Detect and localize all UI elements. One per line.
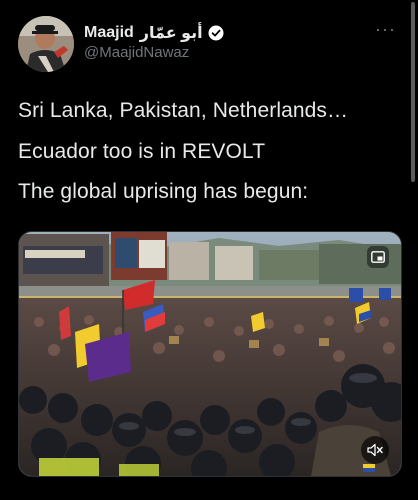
tweet-text-line-1: Sri Lanka, Pakistan, Netherlands…	[18, 99, 349, 122]
speaker-muted-icon	[367, 443, 383, 457]
avatar[interactable]	[18, 16, 74, 72]
author-display-name-arabic[interactable]: أبو عمّار	[140, 23, 203, 43]
mute-button[interactable]	[361, 436, 389, 464]
more-horizontal-icon[interactable]: ···	[375, 20, 396, 38]
picture-in-picture-icon	[371, 251, 385, 263]
tweet-text-line-2: Ecuador too is in REVOLT	[18, 140, 266, 163]
tweet: Maajid أبو عمّار @MaajidNawaz ··· Sri La…	[0, 0, 418, 500]
video-frame	[19, 232, 401, 476]
tweet-video[interactable]	[18, 231, 402, 477]
picture-in-picture-button[interactable]	[367, 246, 389, 268]
scrollbar[interactable]	[411, 2, 415, 182]
author-name-row[interactable]: Maajid أبو عمّار	[84, 22, 224, 44]
verified-badge-icon	[208, 25, 224, 41]
author-handle[interactable]: @MaajidNawaz	[84, 44, 189, 61]
tweet-text-line-3: The global uprising has begun:	[18, 180, 309, 203]
author-display-name[interactable]: Maajid	[84, 24, 134, 42]
